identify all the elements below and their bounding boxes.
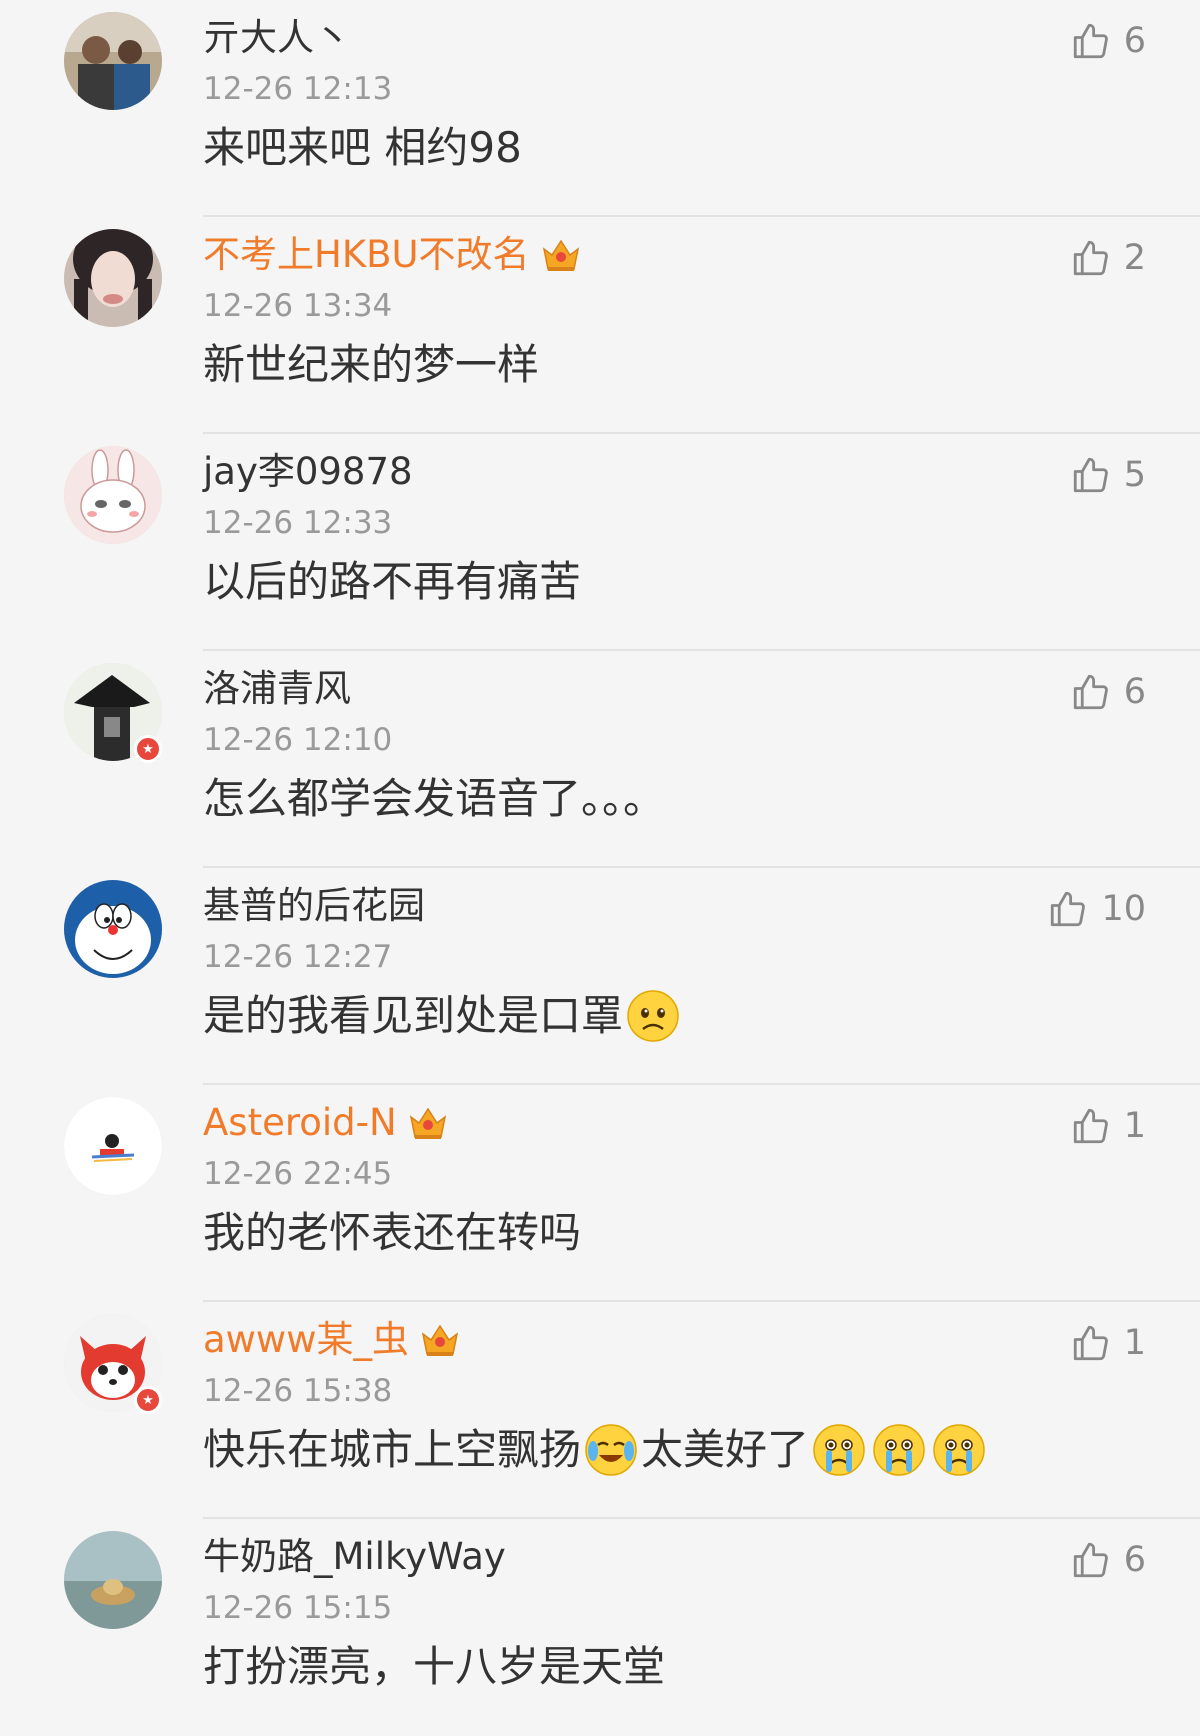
avatar-rabbit-cartoon	[64, 446, 162, 544]
like-button[interactable]: 6	[1070, 20, 1146, 62]
thumbs-up-icon[interactable]	[1070, 671, 1112, 713]
username[interactable]: 洛浦青风	[203, 667, 351, 711]
comment-item: 亓大人丶 12-26 12:13 来吧来吧 相约98 6	[0, 0, 1200, 217]
crying-emoji-icon	[932, 1423, 986, 1477]
like-button[interactable]: 6	[1070, 1539, 1146, 1581]
like-button[interactable]: 5	[1070, 454, 1146, 496]
comment-text: 快乐在城市上空飘扬 太美好了	[203, 1422, 989, 1478]
sad-face-emoji-icon	[626, 989, 680, 1043]
comment-text: 是的我看见到处是口罩	[203, 988, 683, 1044]
timestamp: 12-26 12:13	[203, 71, 393, 107]
thumbs-up-icon[interactable]	[1070, 1539, 1112, 1581]
avatar-girl-photo	[64, 229, 162, 327]
username[interactable]: 不考上HKBU不改名	[203, 233, 582, 277]
timestamp: 12-26 13:34	[203, 288, 393, 324]
crying-laughing-emoji-icon	[584, 1423, 638, 1477]
comment-text: 来吧来吧 相约98	[203, 120, 522, 176]
avatar[interactable]	[64, 229, 162, 327]
verified-badge-icon: ★	[134, 735, 162, 763]
timestamp: 12-26 12:10	[203, 722, 393, 758]
like-button[interactable]: 6	[1070, 671, 1146, 713]
username[interactable]: 亓大人丶	[203, 16, 351, 60]
vip-crown-icon	[419, 1320, 461, 1360]
avatar-seaside-photo	[64, 1531, 162, 1629]
username-text[interactable]: 不考上HKBU不改名	[203, 233, 530, 277]
comment-item: 牛奶路_MilkyWay 12-26 15:15 打扮漂亮，十八岁是天堂 6	[0, 1519, 1200, 1736]
comment-text-body: 怎么都学会发语音了。。。	[203, 774, 666, 823]
comment-text: 新世纪来的梦一样	[203, 337, 539, 393]
username-text[interactable]: 牛奶路_MilkyWay	[203, 1535, 506, 1579]
comment-text: 我的老怀表还在转吗	[203, 1205, 581, 1261]
thumbs-up-icon[interactable]	[1047, 888, 1089, 930]
username-text[interactable]: awww某_虫	[203, 1318, 409, 1362]
like-count: 6	[1123, 672, 1146, 712]
timestamp: 12-26 22:45	[203, 1156, 393, 1192]
thumbs-up-icon[interactable]	[1070, 237, 1112, 279]
like-button[interactable]: 2	[1070, 237, 1146, 279]
avatar[interactable]	[64, 446, 162, 544]
timestamp: 12-26 12:27	[203, 939, 393, 975]
avatar-doraemon	[64, 880, 162, 978]
like-count: 6	[1123, 1540, 1146, 1580]
thumbs-up-icon[interactable]	[1070, 1322, 1112, 1364]
comment-text-body: 是的我看见到处是口罩	[203, 991, 624, 1040]
thumbs-up-icon[interactable]	[1070, 20, 1112, 62]
like-count: 1	[1123, 1106, 1146, 1146]
avatar-couple-photo	[64, 12, 162, 110]
vip-crown-icon	[540, 235, 582, 275]
verified-badge-icon: ★	[134, 1386, 162, 1414]
comment-text: 以后的路不再有痛苦	[203, 554, 581, 610]
vip-crown-icon	[407, 1103, 449, 1143]
username[interactable]: Asteroid-N	[203, 1101, 449, 1145]
comment-text: 怎么都学会发语音了。。。	[203, 771, 665, 827]
comment-item: ★ awww某_虫 12-26 15:38 快乐在城市上空飘扬 太美好了 1	[0, 1302, 1200, 1519]
timestamp: 12-26 12:33	[203, 505, 393, 541]
like-count: 6	[1123, 21, 1146, 61]
like-count: 2	[1123, 238, 1146, 278]
like-count: 1	[1123, 1323, 1146, 1363]
comment-text-body: 来吧来吧 相约98	[203, 123, 522, 172]
comment-text-body: 我的老怀表还在转吗	[203, 1208, 582, 1257]
username-text[interactable]: 亓大人丶	[203, 16, 351, 60]
comment-item: 基普的后花园 12-26 12:27 是的我看见到处是口罩 10	[0, 868, 1200, 1085]
comment-text-body: 打扮漂亮，十八岁是天堂	[203, 1642, 666, 1691]
crying-emoji-icon	[872, 1423, 926, 1477]
username[interactable]: 基普的后花园	[203, 884, 425, 928]
username-text[interactable]: 洛浦青风	[203, 667, 351, 711]
comment-text-body: 快乐在城市上空飘扬	[203, 1425, 582, 1474]
avatar-small-drawing	[64, 1097, 162, 1195]
comment-item: Asteroid-N 12-26 22:45 我的老怀表还在转吗 1	[0, 1085, 1200, 1302]
like-button[interactable]: 1	[1070, 1105, 1146, 1147]
comment-text-body-2: 太美好了	[641, 1425, 810, 1474]
avatar[interactable]	[64, 880, 162, 978]
comment-text-body: 新世纪来的梦一样	[203, 340, 540, 389]
thumbs-up-icon[interactable]	[1070, 454, 1112, 496]
like-button[interactable]: 10	[1047, 888, 1146, 930]
timestamp: 12-26 15:15	[203, 1590, 393, 1626]
username[interactable]: jay李09878	[203, 450, 413, 494]
username[interactable]: 牛奶路_MilkyWay	[203, 1535, 506, 1579]
comment-text: 打扮漂亮，十八岁是天堂	[203, 1639, 665, 1695]
comment-item: 不考上HKBU不改名 12-26 13:34 新世纪来的梦一样 2	[0, 217, 1200, 434]
like-count: 10	[1101, 889, 1146, 929]
like-count: 5	[1123, 455, 1146, 495]
avatar[interactable]	[64, 1531, 162, 1629]
username-text[interactable]: jay李09878	[203, 450, 413, 494]
username-text[interactable]: Asteroid-N	[203, 1101, 397, 1145]
comment-item: jay李09878 12-26 12:33 以后的路不再有痛苦 5	[0, 434, 1200, 651]
avatar[interactable]	[64, 12, 162, 110]
username[interactable]: awww某_虫	[203, 1318, 461, 1362]
thumbs-up-icon[interactable]	[1070, 1105, 1112, 1147]
comment-list: 亓大人丶 12-26 12:13 来吧来吧 相约98 6 不考上HKBU不改名	[0, 0, 1200, 1736]
username-text[interactable]: 基普的后花园	[203, 884, 425, 928]
crying-emoji-icon	[812, 1423, 866, 1477]
timestamp: 12-26 15:38	[203, 1373, 393, 1409]
comment-item: ★ 洛浦青风 12-26 12:10 怎么都学会发语音了。。。 6	[0, 651, 1200, 868]
avatar[interactable]	[64, 1097, 162, 1195]
like-button[interactable]: 1	[1070, 1322, 1146, 1364]
comment-text-body: 以后的路不再有痛苦	[203, 557, 582, 606]
